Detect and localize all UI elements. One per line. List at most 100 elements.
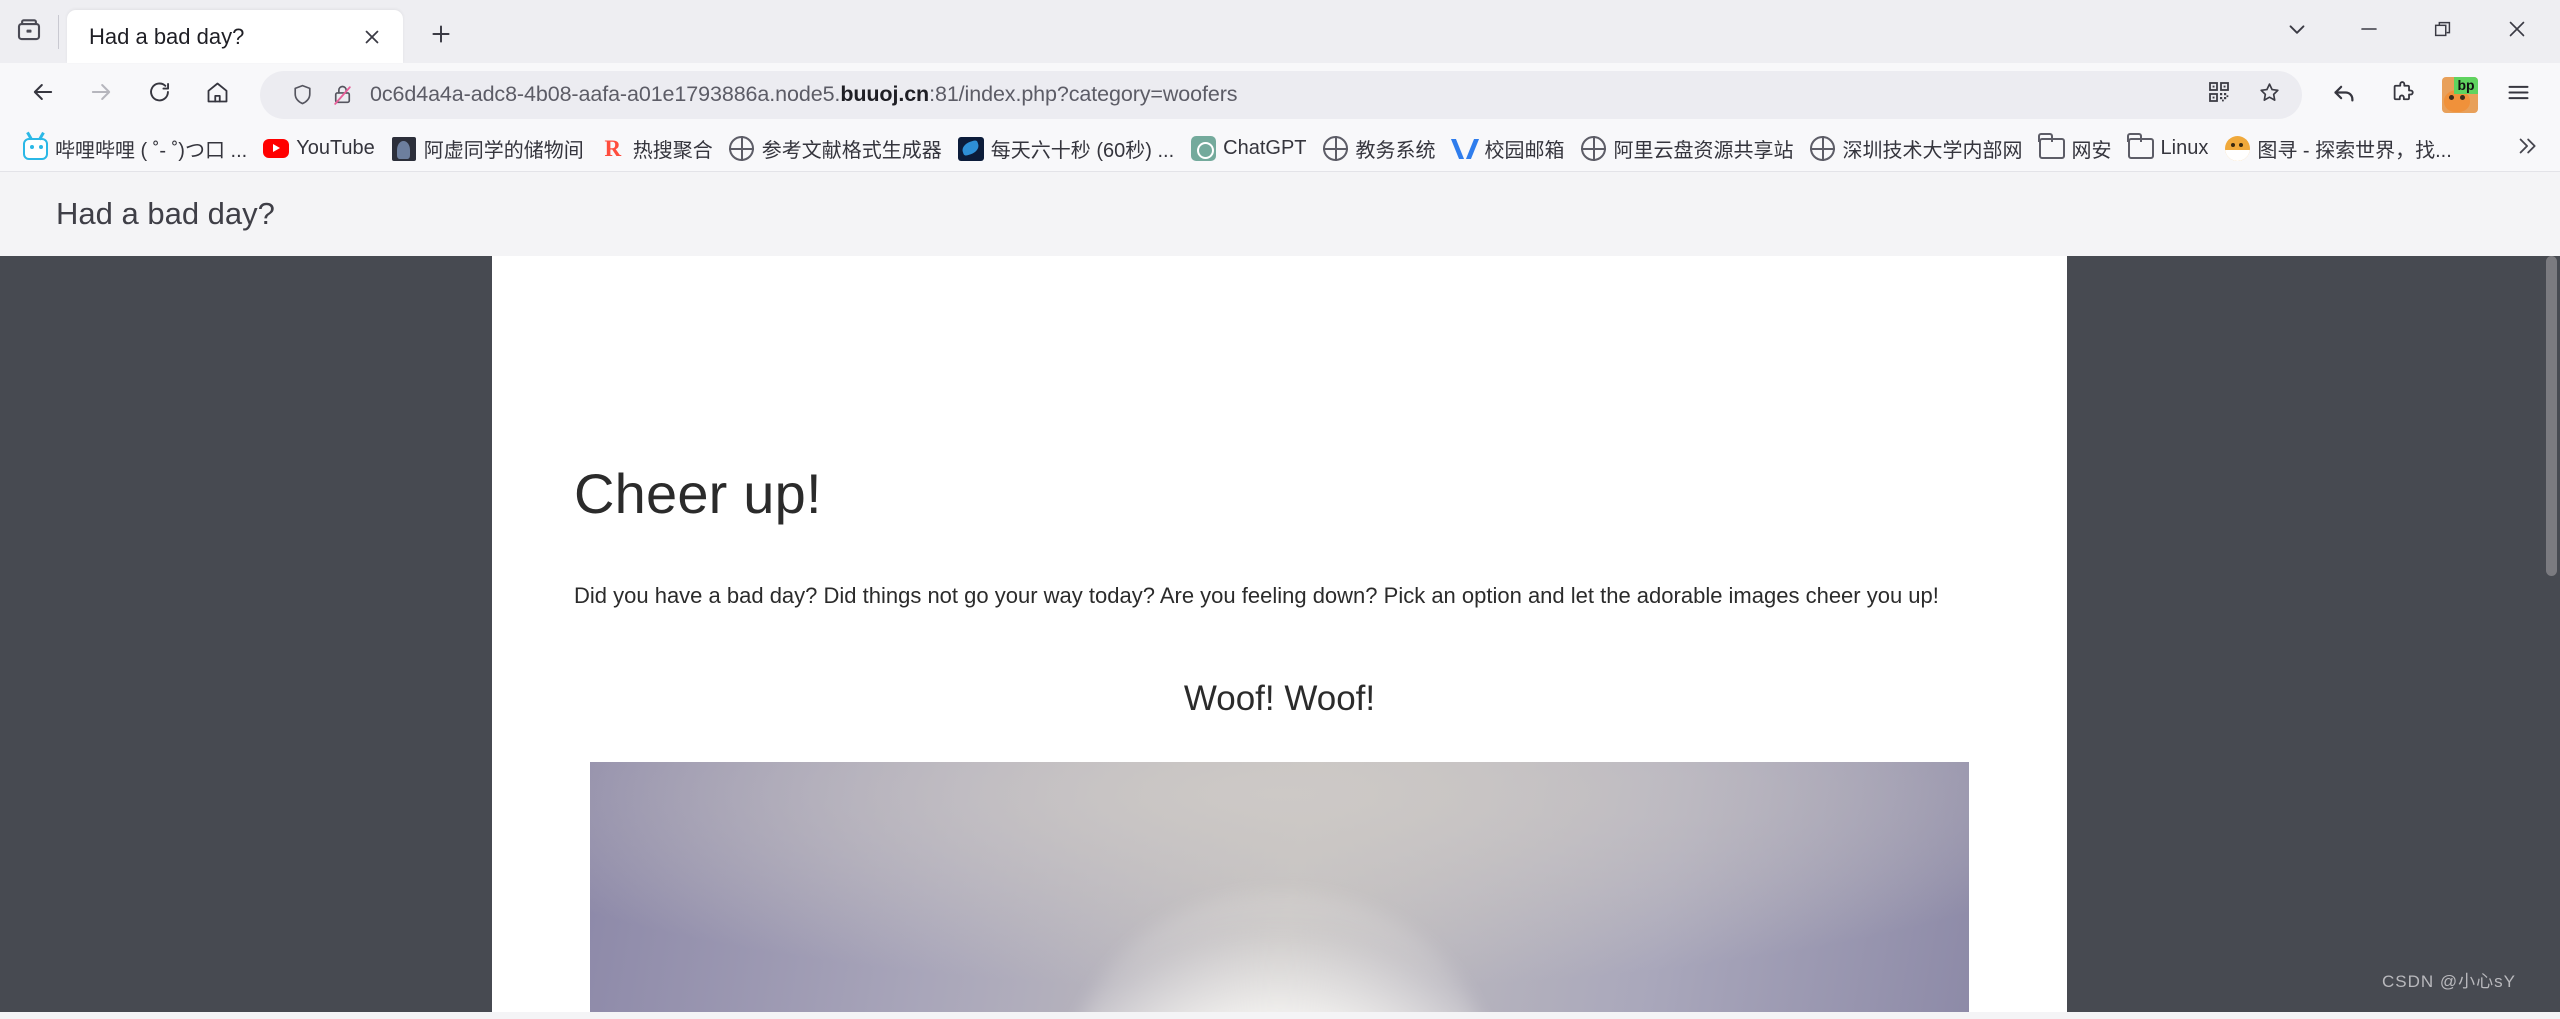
browser-menu-button[interactable] xyxy=(2490,70,2546,120)
collections-button[interactable] xyxy=(0,0,58,63)
arrow-left-icon xyxy=(29,78,57,111)
page-scrollbar[interactable] xyxy=(2543,256,2560,1012)
bookmark-label: Linux xyxy=(2160,137,2209,159)
page-title: Cheer up! xyxy=(574,462,822,525)
bookmark-label: 校园邮箱 xyxy=(1484,140,1565,162)
tabstrip-divider xyxy=(58,14,59,49)
collections-box-icon xyxy=(14,14,44,49)
add-favorite-button[interactable] xyxy=(2246,75,2292,115)
bookmark-folder[interactable]: 网安 xyxy=(2031,130,2120,167)
minimize-icon xyxy=(2357,17,2381,46)
puzzle-piece-icon xyxy=(2389,79,2416,111)
bookmark-item[interactable]: 教务系统 xyxy=(1315,130,1444,167)
bookmark-item[interactable]: 阿里云盘资源共享站 xyxy=(1573,130,1802,167)
bookmark-folder[interactable]: Linux xyxy=(2120,132,2217,166)
star-icon xyxy=(2257,80,2282,110)
back-button[interactable] xyxy=(14,70,72,120)
qr-code-button[interactable] xyxy=(2196,75,2242,115)
home-icon xyxy=(204,79,231,111)
tab-title: Had a bad day? xyxy=(89,23,245,49)
bp-fox-extension-icon: bp xyxy=(2442,76,2478,113)
bookmark-label: ChatGPT xyxy=(1223,137,1307,159)
bp-extension-button[interactable]: bp xyxy=(2432,70,2488,120)
mail-favicon xyxy=(1452,136,1478,162)
globe-favicon xyxy=(729,136,755,162)
chevron-down-icon xyxy=(2284,16,2310,47)
bookmark-label: 图寻 - 探索世界，找... xyxy=(2257,140,2452,162)
bookmark-item[interactable]: ChatGPT xyxy=(1182,132,1314,166)
arrow-right-icon xyxy=(87,78,115,111)
bilibili-favicon xyxy=(22,136,48,162)
resou-favicon: R xyxy=(604,135,622,161)
page-lead-paragraph: Did you have a bad day? Did things not g… xyxy=(574,583,1939,608)
browser-tab[interactable]: Had a bad day? xyxy=(67,10,403,63)
bookmark-item[interactable]: 阿虚同学的储物间 xyxy=(383,130,592,167)
window-minimize-button[interactable] xyxy=(2332,0,2406,63)
bookmark-label: 每天六十秒 (60秒) ... xyxy=(990,140,1175,162)
content-card: Cheer up! Did you have a bad day? Did th… xyxy=(492,256,2067,1012)
insecure-connection-icon[interactable] xyxy=(322,75,362,115)
globe-favicon xyxy=(1810,136,1836,162)
youtube-favicon xyxy=(263,136,290,162)
bookmark-item[interactable]: YouTube xyxy=(255,132,383,166)
axu-favicon xyxy=(391,136,417,162)
bp-badge-label: bp xyxy=(2454,76,2478,94)
page-header-strip: Had a bad day? xyxy=(0,172,2560,256)
dog-photo xyxy=(590,761,1969,1012)
scrollbar-thumb[interactable] xyxy=(2546,256,2557,576)
bookmark-label: YouTube xyxy=(296,137,375,159)
browser-toolbar: 0c6d4a4a-adc8-4b08-aafa-a01e1793886a.nod… xyxy=(0,63,2560,126)
bookmark-item[interactable]: R 热搜聚合 xyxy=(592,130,721,167)
bookmark-item[interactable]: 图寻 - 探索世界，找... xyxy=(2216,130,2459,167)
toolbar-right-buttons: bp xyxy=(2316,70,2546,120)
section-subheading: Woof! Woof! xyxy=(1183,678,1376,718)
bookmark-item[interactable]: 深圳技术大学内部网 xyxy=(1802,130,2031,167)
window-close-button[interactable] xyxy=(2480,0,2554,63)
bookmark-label: 哔哩哔哩 ( ˚- ˚)つ口 ... xyxy=(55,140,248,162)
history-back-button[interactable] xyxy=(2316,70,2372,120)
hamburger-menu-icon xyxy=(2505,79,2532,111)
tabstrip-right-controls xyxy=(2262,0,2560,63)
bookmark-label: 网安 xyxy=(2071,140,2112,162)
close-icon xyxy=(2505,17,2529,46)
window-restore-button[interactable] xyxy=(2406,0,2480,63)
bookmark-label: 热搜聚合 xyxy=(632,140,713,162)
dog-snout xyxy=(1064,891,1495,1012)
tab-list-button[interactable] xyxy=(2262,0,2332,63)
bookmark-label: 阿里云盘资源共享站 xyxy=(1613,140,1794,162)
omnibox-actions xyxy=(2196,75,2292,115)
bookmark-item[interactable]: 哔哩哔哩 ( ˚- ˚)つ口 ... xyxy=(14,130,255,167)
shield-icon[interactable] xyxy=(282,75,322,115)
plus-icon xyxy=(428,21,454,52)
folder-favicon xyxy=(2038,133,2065,162)
bookmark-item[interactable]: 每天六十秒 (60秒) ... xyxy=(950,130,1182,167)
folder-favicon xyxy=(2127,133,2154,162)
address-bar[interactable]: 0c6d4a4a-adc8-4b08-aafa-a01e1793886a.nod… xyxy=(260,70,2302,119)
bookmark-item[interactable]: 校园邮箱 xyxy=(1444,130,1573,167)
bookmark-label: 阿虚同学的储物间 xyxy=(423,140,584,162)
new-tab-button[interactable] xyxy=(419,14,463,58)
bookmark-label: 教务系统 xyxy=(1355,140,1436,162)
reload-button[interactable] xyxy=(130,70,188,120)
extensions-button[interactable] xyxy=(2374,70,2430,120)
tab-close-button[interactable] xyxy=(355,20,389,54)
undo-arrow-icon xyxy=(2331,79,2358,111)
page-header-title: Had a bad day? xyxy=(56,196,275,231)
bookmark-item[interactable]: 参考文献格式生成器 xyxy=(721,130,950,167)
bookmarks-overflow-button[interactable] xyxy=(2502,130,2550,168)
chatgpt-favicon xyxy=(1190,136,1216,162)
reload-icon xyxy=(146,79,173,111)
tab-strip: Had a bad day? xyxy=(0,0,2560,63)
forward-button[interactable] xyxy=(72,70,130,120)
csdn-watermark: CSDN @小心sY xyxy=(2382,972,2516,991)
globe-favicon xyxy=(1581,136,1607,162)
bookmark-label: 深圳技术大学内部网 xyxy=(1842,140,2023,162)
qr-code-icon xyxy=(2207,80,2231,109)
dolphin-favicon xyxy=(957,136,984,162)
globe-favicon xyxy=(1323,136,1349,162)
bookmark-label: 参考文献格式生成器 xyxy=(761,140,942,162)
home-button[interactable] xyxy=(188,70,246,120)
page-viewport: Cheer up! Did you have a bad day? Did th… xyxy=(0,256,2560,1012)
bookmarks-bar: 哔哩哔哩 ( ˚- ˚)つ口 ... YouTube 阿虚同学的储物间 R 热搜… xyxy=(0,126,2560,172)
tuxun-favicon xyxy=(2224,136,2250,162)
